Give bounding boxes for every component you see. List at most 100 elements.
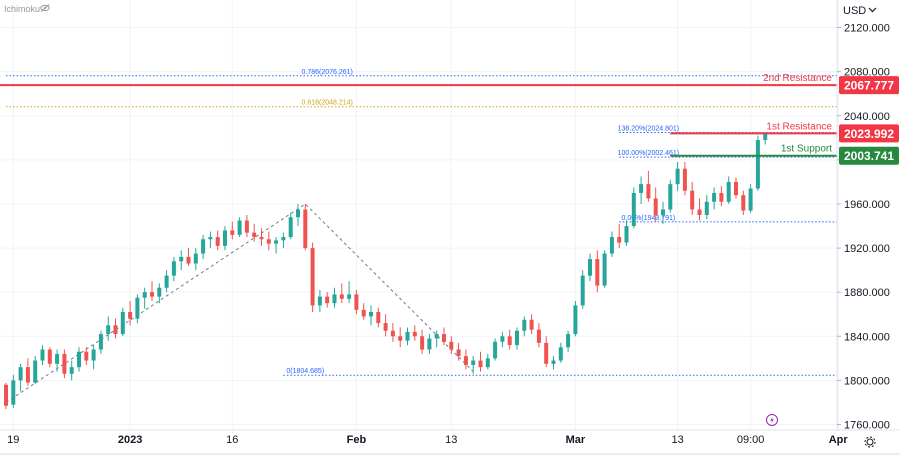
candle-body (741, 195, 746, 211)
candle-down (463, 349, 468, 370)
candle-body (405, 331, 410, 341)
candle-body (588, 259, 592, 276)
candle-body (449, 341, 454, 350)
candle-body (142, 292, 147, 298)
candle-body (354, 294, 359, 310)
candle-up (551, 356, 556, 370)
x-tick-label: 13 (671, 434, 683, 446)
y-tick-label: 2040.000 (844, 111, 890, 123)
candle-up (668, 179, 673, 213)
fib-level-label: 0.00%(1943.791) (622, 215, 676, 222)
candle-body (493, 341, 498, 359)
x-axis-ticks: 19 2023 16 Feb 13 Mar 13 09:00 Apr (7, 434, 848, 446)
candle-body (186, 256, 191, 264)
candle-body (653, 198, 658, 215)
candle-up (566, 330, 571, 352)
eye-slash-icon[interactable] (40, 4, 50, 12)
candle-up (624, 220, 629, 246)
candle-up (485, 353, 490, 370)
candle-body (40, 349, 45, 361)
lightning-bolt-icon[interactable] (766, 414, 778, 426)
candle-body (244, 220, 249, 233)
candle-down (150, 281, 154, 301)
gear-icon[interactable] (864, 436, 876, 448)
candle-body (420, 336, 425, 350)
candle-body (237, 220, 242, 235)
candle-body (157, 287, 162, 297)
candle-body (675, 168, 680, 185)
candle-body (646, 184, 651, 199)
candle-body (682, 168, 687, 191)
candle-up (274, 237, 279, 254)
y-tick-label: 1880.000 (844, 287, 890, 299)
candle-body (398, 336, 403, 341)
candle-body (631, 192, 636, 227)
candle-body (609, 237, 614, 254)
fib-level-label: 138.20%(2024.801) (618, 126, 680, 133)
candle-body (296, 209, 300, 218)
candle-body (120, 312, 125, 335)
candle-body (106, 325, 111, 335)
candle-body (734, 181, 738, 196)
candle-body (536, 329, 541, 343)
candle-body (412, 331, 417, 337)
candle-body (4, 384, 8, 406)
y-tick-label: 1840.000 (844, 331, 890, 343)
candle-up (18, 363, 23, 392)
x-tick-label: 2023 (118, 434, 142, 446)
indicator-label: Ichimoku (4, 4, 40, 14)
candle-body (128, 312, 133, 319)
candle-down (354, 289, 359, 315)
candle-down (310, 242, 315, 313)
candle-up (106, 316, 111, 341)
candle-body (84, 351, 89, 361)
candlesticks (4, 132, 768, 410)
candle-up (704, 195, 709, 220)
candle-down (25, 358, 30, 386)
chevron-down-icon[interactable] (868, 7, 877, 13)
candle-down (47, 347, 52, 368)
candle-body (755, 140, 760, 189)
candle-body (748, 188, 753, 211)
candle-body (361, 309, 366, 317)
candle-down (682, 162, 687, 196)
candle-up (515, 327, 519, 350)
candle-up (11, 374, 16, 408)
candle-up (171, 256, 176, 282)
candle-up (631, 187, 636, 229)
x-tick-label: 13 (445, 434, 457, 446)
candle-body (18, 367, 23, 381)
candle-down (361, 303, 366, 320)
candle-up (91, 345, 96, 370)
candle-down (84, 347, 89, 365)
level-name: 2nd Resistance (763, 73, 832, 84)
price-badge: 2067.777 (839, 76, 899, 95)
candle-body (697, 209, 702, 215)
fib-level-label: 0.786(2076.261) (302, 69, 353, 76)
level-name: 1st Resistance (766, 121, 832, 132)
candle-down (215, 230, 220, 251)
candle-up (193, 248, 198, 271)
candle-up (55, 349, 60, 372)
candle-body (573, 305, 578, 335)
candle-body (617, 237, 622, 243)
candle-down (376, 307, 381, 328)
candle-down (536, 323, 541, 348)
candle-body (62, 353, 67, 374)
candle-body (11, 380, 16, 405)
candle-body (179, 256, 184, 262)
candle-body (47, 349, 52, 364)
price-chart[interactable]: 0.786(2076.261) 0.618(2048.214) 0(1804.685… (0, 0, 900, 455)
candle-body (69, 367, 74, 374)
price-badge-label: 2003.741 (844, 149, 894, 163)
y-tick-label: 1760.000 (844, 419, 890, 431)
x-tick-label: 16 (226, 434, 238, 446)
candle-body (274, 240, 279, 244)
candle-body (193, 253, 198, 264)
fibonacci-levels: 0.786(2076.261) 0.618(2048.214) 0(1804.685… (6, 69, 837, 376)
candle-body (135, 297, 140, 319)
x-tick-label: 19 (7, 434, 19, 446)
candle-body (427, 338, 432, 350)
candle-body (303, 209, 308, 249)
candle-body (325, 296, 330, 304)
